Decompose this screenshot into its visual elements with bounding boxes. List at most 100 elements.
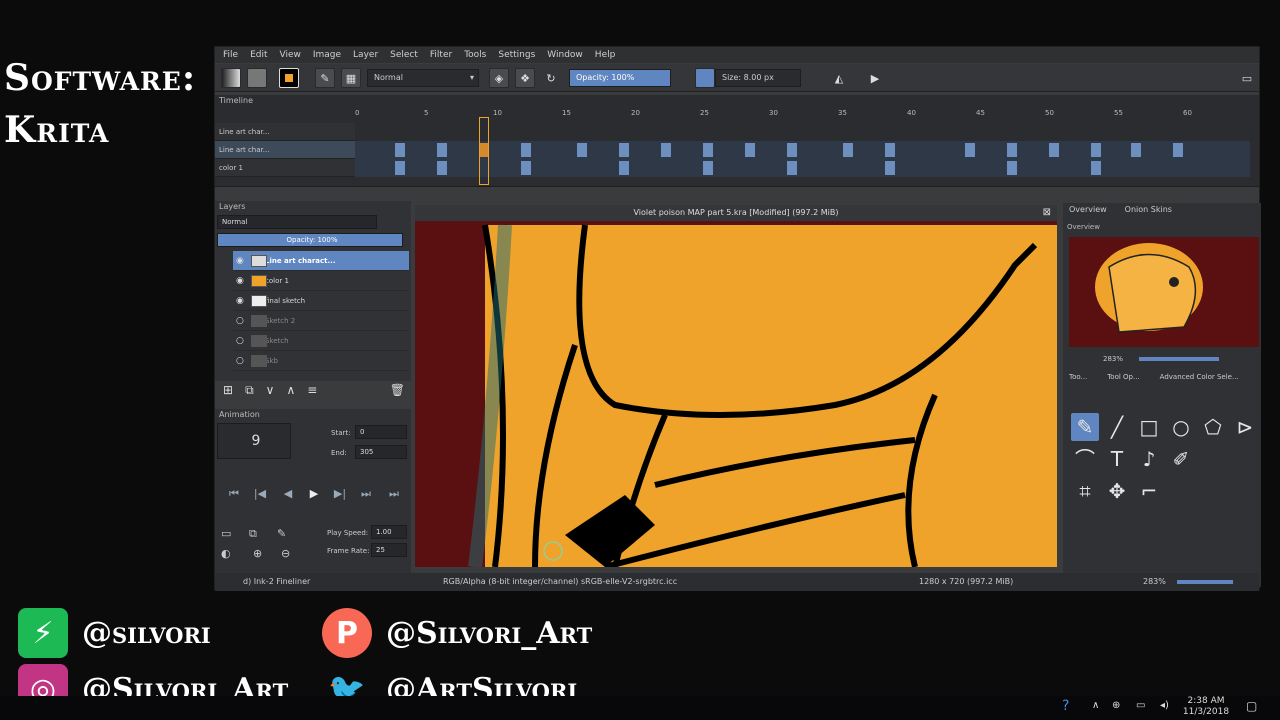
eye-icon[interactable]: ◉ [236,271,244,291]
preserve-alpha-button[interactable]: ❖ [515,68,535,88]
start-field[interactable]: 0 [355,425,407,439]
network-icon[interactable]: ⊕ [1112,700,1120,711]
close-icon[interactable]: ⊠ [1043,205,1051,221]
timeline-layer-row[interactable]: Line art char... [215,141,355,159]
transform-tool-icon[interactable]: ⌗ [1071,477,1099,505]
copy-frame-icon[interactable]: ⧉ [249,527,257,541]
layer-item[interactable]: ◉ Line art charact... [233,251,409,271]
keyframe[interactable] [1173,143,1183,157]
layer-item[interactable]: ◉ color 1 [233,271,409,291]
keyframe[interactable] [395,143,405,157]
eye-icon[interactable]: ◉ [236,291,244,311]
keyframe[interactable] [843,143,853,157]
menu-tools[interactable]: Tools [464,47,486,63]
keyframe[interactable] [965,143,975,157]
tab-toolbox[interactable]: Too... [1069,373,1087,381]
keyframe[interactable] [395,161,405,175]
keyframe[interactable] [703,143,713,157]
menu-layer[interactable]: Layer [353,47,378,63]
flow-swatch[interactable] [695,68,715,88]
timeline-layer-row[interactable]: color 1 [215,159,355,177]
volume-icon[interactable]: ◂) [1160,700,1169,711]
layer-item[interactable]: ○ Sketch 2 [233,311,409,331]
calligraphy-tool-icon[interactable]: ♪ [1135,445,1163,473]
keyframe[interactable] [1131,143,1141,157]
keyframe[interactable] [619,143,629,157]
prev-frame-icon[interactable]: ◀ [279,485,297,503]
prev-keyframe-icon[interactable]: |◀ [251,485,269,503]
menu-select[interactable]: Select [390,47,418,63]
add-frame-icon[interactable]: ⊕ [253,547,262,560]
polyline-tool-icon[interactable]: ⊳ [1231,413,1259,441]
keyframe[interactable] [1007,161,1017,175]
eraser-button[interactable]: ◈ [489,68,509,88]
keyframe[interactable] [521,161,531,175]
timeline-frames[interactable] [355,141,1250,177]
current-frame-field[interactable]: 9 [217,423,291,459]
mirror-h-button[interactable]: ◭ [829,68,849,88]
playhead[interactable] [479,117,489,185]
keyframe[interactable] [1091,143,1101,157]
freehand-brush-icon[interactable]: ✎ [1071,413,1099,441]
layer-opacity-slider[interactable]: Opacity: 100% [217,233,403,247]
keyframe[interactable] [437,161,447,175]
keyframe[interactable] [885,161,895,175]
keyframe[interactable] [577,143,587,157]
keyframe[interactable] [1091,161,1101,175]
eye-closed-icon[interactable]: ○ [236,331,244,351]
play-icon[interactable]: ▶ [305,485,323,503]
brush-preset-button[interactable]: ✎ [315,68,335,88]
size-slider[interactable]: Size: 8.00 px [715,69,801,87]
keyframe[interactable] [745,143,755,157]
timeline-layer-row[interactable]: Line art char... [215,123,355,141]
canvas-only-button[interactable]: ▭ [1237,68,1257,88]
first-frame-icon[interactable]: ⏮ [225,485,243,503]
add-layer-icon[interactable]: ⊞ [223,383,233,403]
mirror-v-button[interactable]: ▶ [865,68,885,88]
menu-view[interactable]: View [280,47,301,63]
layer-item[interactable]: ○ Sketch [233,331,409,351]
keyframe[interactable] [703,161,713,175]
menu-image[interactable]: Image [313,47,341,63]
menu-edit[interactable]: Edit [250,47,267,63]
menu-file[interactable]: File [223,47,238,63]
end-field[interactable]: 305 [355,445,407,459]
rectangle-tool-icon[interactable]: □ [1135,413,1163,441]
gradient-button[interactable] [221,68,241,88]
menu-filter[interactable]: Filter [430,47,452,63]
menu-settings[interactable]: Settings [498,47,535,63]
bezier-tool-icon[interactable]: ⌒ [1071,445,1099,473]
tray-chevron-icon[interactable]: ∧ [1092,700,1099,711]
keyframe[interactable] [619,161,629,175]
keyframe[interactable] [521,143,531,157]
move-up-icon[interactable]: ∧ [286,383,295,403]
crop-tool-icon[interactable]: ⌐ [1135,477,1163,505]
next-frame-icon[interactable]: ▶| [331,485,349,503]
move-down-icon[interactable]: ∨ [266,383,275,403]
keyframe[interactable] [787,161,797,175]
keyframe[interactable] [1007,143,1017,157]
tab-onion-skins[interactable]: Onion Skins [1125,205,1172,214]
next-keyframe-icon[interactable]: ⏭ [357,485,375,503]
polygon-tool-icon[interactable]: ⬠ [1199,413,1227,441]
edit-frame-icon[interactable]: ✎ [277,527,286,540]
trash-icon[interactable]: 🗑 [390,383,405,403]
duplicate-layer-icon[interactable]: ⧉ [245,383,254,403]
keyframe[interactable] [437,143,447,157]
last-frame-icon[interactable]: ⏭ [385,485,403,503]
opacity-slider[interactable]: Opacity: 100% [569,69,671,87]
eye-icon[interactable]: ◉ [236,251,244,271]
zoom-slider[interactable] [1177,580,1233,584]
canvas[interactable] [415,205,1057,567]
move-tool-icon[interactable]: ✥ [1103,477,1131,505]
notifications-icon[interactable]: ▢ [1246,699,1257,713]
tab-advanced-color[interactable]: Advanced Color Sele... [1160,373,1239,381]
audio-icon[interactable]: ◐ [221,547,231,560]
overview-zoom-slider[interactable] [1139,357,1219,361]
onion-skin-icon[interactable]: ▭ [221,527,231,540]
layer-item[interactable]: ○ Skb [233,351,409,371]
tab-overview[interactable]: Overview [1069,205,1107,214]
grid-preset-button[interactable]: ▦ [341,68,361,88]
text-tool-icon[interactable]: T [1103,445,1131,473]
keyframe[interactable] [1049,143,1059,157]
